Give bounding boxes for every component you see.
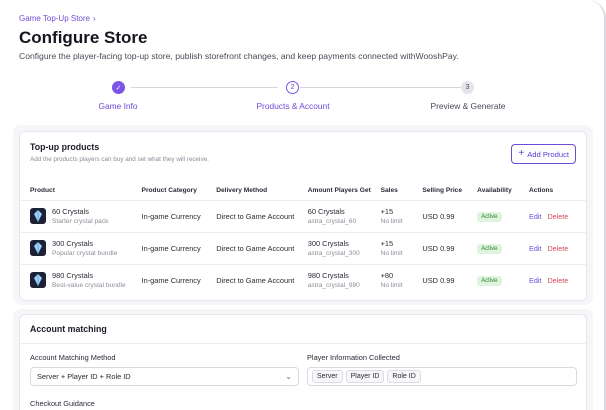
checkout-guidance-label: Checkout Guidance xyxy=(30,399,95,408)
product-desc: Popular crystal bundle xyxy=(52,250,118,257)
selling-price: USD 0.99 xyxy=(422,199,478,232)
crystal-icon xyxy=(30,240,46,256)
product-category: In-game Currency xyxy=(141,263,217,296)
step-connector xyxy=(300,87,464,88)
crystal-icon xyxy=(30,272,46,289)
selling-price: USD 0.99 xyxy=(422,231,478,264)
delivery-method: Direct to Game Account xyxy=(216,231,308,264)
chip-role-id[interactable]: Role ID xyxy=(387,370,421,383)
col-actions: Actions xyxy=(529,186,554,194)
add-product-button[interactable]: + Add Product xyxy=(511,144,576,164)
chevron-right-icon: › xyxy=(93,14,96,23)
delete-link[interactable]: Delete xyxy=(547,212,568,221)
account-title: Account matching xyxy=(30,324,107,334)
sales-value: +15 xyxy=(380,207,394,216)
chip-server[interactable]: Server xyxy=(312,370,343,383)
player-info-field[interactable]: Server Player ID Role ID xyxy=(307,367,577,386)
table-row: 300 Crystals Popular crystal bundle In-g… xyxy=(20,231,586,264)
app-frame: Game Top-Up Store › Configure Store Conf… xyxy=(0,0,606,410)
col-price: Selling Price xyxy=(422,186,462,194)
chevron-down-icon: ⌄ xyxy=(285,372,292,381)
status-badge: Active xyxy=(477,211,502,222)
product-name: 300 Crystals xyxy=(52,239,94,248)
delivery-method: Direct to Game Account xyxy=(216,263,308,296)
step-1-check-icon[interactable]: ✓ xyxy=(112,81,125,94)
matching-method-label: Account Matching Method xyxy=(30,353,116,362)
sales-value: +80 xyxy=(380,271,394,281)
delete-link[interactable]: Delete xyxy=(547,276,568,285)
add-product-label: Add Product xyxy=(527,149,569,159)
col-availability: Availability xyxy=(477,186,512,194)
edit-link[interactable]: Edit xyxy=(529,212,541,221)
sales-limit: No limit xyxy=(380,250,403,257)
products-card: Top-up products Add the products players… xyxy=(19,131,587,301)
plus-icon: + xyxy=(518,148,525,159)
product-category: In-game Currency xyxy=(141,231,217,264)
status-badge: Active xyxy=(477,275,502,286)
edit-link[interactable]: Edit xyxy=(529,276,541,285)
col-delivery: Delivery Method xyxy=(216,186,268,194)
chip-player-id[interactable]: Player ID xyxy=(345,370,385,383)
step-3-label[interactable]: Preview & Generate xyxy=(431,101,506,111)
page-subtitle: Configure the player-facing top-up store… xyxy=(19,51,459,61)
matching-method-value: Server + Player ID + Role ID xyxy=(37,372,131,381)
account-card: Account matching Account Matching Method… xyxy=(19,314,587,410)
matching-method-select[interactable]: Server + Player ID + Role ID ⌄ xyxy=(30,367,299,386)
delete-link[interactable]: Delete xyxy=(547,244,568,253)
amount-id: astra_crystal_300 xyxy=(307,250,360,257)
col-sales: Sales xyxy=(380,186,398,194)
product-category: In-game Currency xyxy=(141,199,217,232)
product-name: 980 Crystals xyxy=(52,271,94,281)
table-row: 60 Crystals Starter crystal pack In-game… xyxy=(20,199,586,232)
crystal-icon xyxy=(30,208,46,224)
step-1-label[interactable]: Game Info xyxy=(98,101,137,111)
products-table: Product Product Category Delivery Method… xyxy=(20,181,586,296)
delivery-method: Direct to Game Account xyxy=(216,199,308,232)
amount-value: 300 Crystals xyxy=(307,239,349,248)
table-header-row: Product Product Category Delivery Method… xyxy=(20,181,586,200)
col-amount: Amount Players Get xyxy=(307,186,371,194)
step-2-label[interactable]: Products & Account xyxy=(256,101,329,111)
sales-limit: No limit xyxy=(380,218,403,225)
product-desc: Best-value crystal bundle xyxy=(52,282,126,290)
products-title: Top-up products xyxy=(30,142,100,152)
breadcrumb-link[interactable]: Game Top-Up Store xyxy=(19,14,90,23)
col-product: Product xyxy=(30,186,55,194)
edit-link[interactable]: Edit xyxy=(529,244,541,253)
step-2-indicator[interactable]: 2 xyxy=(286,81,299,94)
product-name: 60 Crystals xyxy=(52,207,89,216)
amount-value: 60 Crystals xyxy=(307,207,345,216)
col-category: Product Category xyxy=(141,186,197,194)
player-info-label: Player Information Collected xyxy=(307,353,400,362)
breadcrumb[interactable]: Game Top-Up Store › xyxy=(19,14,96,23)
selling-price: USD 0.99 xyxy=(422,263,478,296)
product-desc: Starter crystal pack xyxy=(52,218,109,225)
table-row: 980 Crystals Best-value crystal bundle I… xyxy=(20,263,586,296)
page-title: Configure Store xyxy=(19,28,148,47)
products-description: Add the products players can buy and set… xyxy=(30,156,209,163)
step-3-indicator[interactable]: 3 xyxy=(461,81,474,94)
divider xyxy=(20,343,586,344)
sales-limit: No limit xyxy=(380,282,403,290)
status-badge: Active xyxy=(477,243,502,254)
amount-value: 980 Crystals xyxy=(307,271,349,281)
stepper: ✓ Game Info 2 Products & Account 3 Previ… xyxy=(60,80,530,114)
sales-value: +15 xyxy=(380,239,394,248)
step-connector xyxy=(131,87,278,88)
amount-id: astra_crystal_60 xyxy=(307,218,357,225)
amount-id: astra_crystal_980 xyxy=(307,282,360,290)
